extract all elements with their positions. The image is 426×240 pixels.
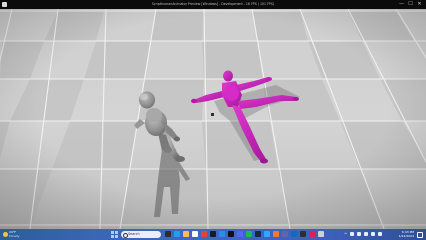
weather-condition: Cloudy xyxy=(9,234,20,238)
checkered-floor xyxy=(0,9,426,229)
terminal-icon[interactable] xyxy=(210,231,216,237)
photoshop-icon[interactable] xyxy=(264,231,270,237)
taskbar-search[interactable]: Search xyxy=(121,231,161,238)
title-bar[interactable]: ScripthumanAnimator Preview [Windows] - … xyxy=(0,0,426,9)
slack-icon[interactable] xyxy=(309,231,315,237)
windows-taskbar: 24°F Cloudy Search ^ 6:43 PM 1/22/2024 xyxy=(0,229,426,240)
game-viewport[interactable] xyxy=(0,9,426,229)
volume-icon[interactable] xyxy=(357,232,361,236)
system-clock[interactable]: 6:43 PM 1/22/2024 xyxy=(390,230,414,239)
clock-date: 1/22/2024 xyxy=(398,234,414,239)
blender-icon[interactable] xyxy=(273,231,279,237)
task-view-icon[interactable] xyxy=(165,231,171,237)
obs-icon[interactable] xyxy=(300,231,306,237)
unreal-preview-window: ScripthumanAnimator Preview [Windows] - … xyxy=(0,0,426,240)
close-button[interactable]: ✕ xyxy=(415,0,424,9)
floor-marker xyxy=(211,113,214,116)
chrome-icon[interactable] xyxy=(201,231,207,237)
language-icon[interactable] xyxy=(378,232,382,236)
battery-icon[interactable] xyxy=(364,232,368,236)
teams-icon[interactable] xyxy=(282,231,288,237)
network-icon[interactable] xyxy=(350,232,354,236)
outlook-icon[interactable] xyxy=(291,231,297,237)
file-explorer-icon[interactable] xyxy=(183,231,189,237)
weather-icon xyxy=(3,232,8,237)
bluetooth-icon[interactable] xyxy=(371,232,375,236)
window-title: ScripthumanAnimator Preview [Windows] - … xyxy=(151,2,275,6)
unreal-icon[interactable] xyxy=(228,231,234,237)
weather-widget[interactable]: 24°F Cloudy xyxy=(3,230,33,239)
steam-icon[interactable] xyxy=(255,231,261,237)
notification-icon[interactable] xyxy=(417,232,423,238)
vscode-icon[interactable] xyxy=(219,231,225,237)
chevron-up-icon[interactable]: ^ xyxy=(343,230,348,239)
edge-icon[interactable] xyxy=(174,231,180,237)
discord-icon[interactable] xyxy=(237,231,243,237)
spotify-icon[interactable] xyxy=(246,231,252,237)
settings-icon[interactable] xyxy=(318,231,324,237)
maximize-button[interactable]: ☐ xyxy=(406,0,415,9)
start-button[interactable] xyxy=(111,231,118,238)
store-icon[interactable] xyxy=(192,231,198,237)
search-placeholder: Search xyxy=(128,232,140,236)
minimize-button[interactable]: — xyxy=(397,0,406,9)
